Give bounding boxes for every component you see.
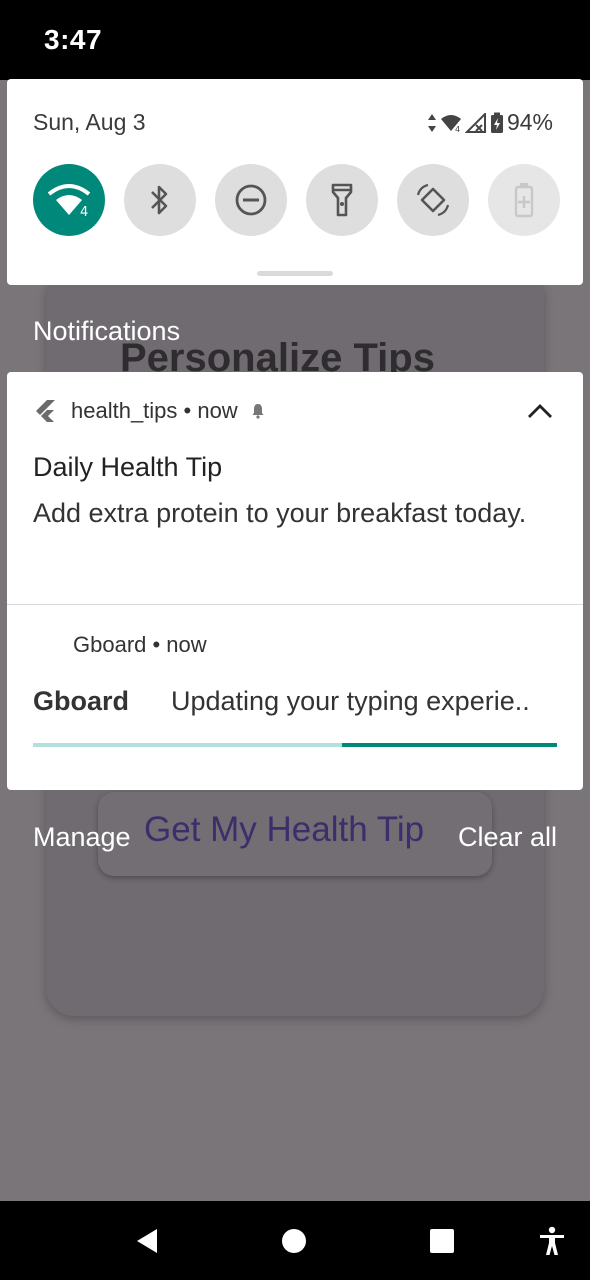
back-icon	[137, 1228, 157, 1253]
wifi-icon: 4	[47, 184, 91, 218]
bluetooth-icon	[151, 185, 168, 215]
notifications-heading: Notifications	[33, 316, 181, 346]
date: Sun, Aug 3	[33, 109, 146, 135]
notifications-card: health_tips • now Daily Health Tip Add e…	[7, 372, 583, 790]
notification-divider	[7, 604, 583, 605]
notification-app-line: Gboard • now	[73, 632, 207, 657]
notification-header: health_tips • now	[33, 398, 266, 424]
status-icons: 4 94%	[427, 109, 553, 136]
notification-title: Daily Health Tip	[33, 452, 223, 482]
do-not-disturb-icon	[235, 184, 267, 216]
back-button[interactable]	[125, 1201, 169, 1280]
home-icon	[282, 1228, 306, 1253]
battery-icon	[490, 112, 503, 133]
flashlight-tile[interactable]	[306, 164, 378, 236]
wifi-tile[interactable]: 4	[33, 164, 105, 236]
notification-title: Gboard	[33, 686, 130, 716]
signal-icon	[464, 112, 486, 133]
accessibility-button[interactable]	[530, 1201, 574, 1280]
notification-app-line: health_tips • now	[71, 398, 238, 423]
recents-icon	[430, 1228, 454, 1253]
get-health-tip-button-label: Get My Health Tip	[144, 810, 425, 849]
status-bar: 3:47	[0, 0, 590, 80]
auto-rotate-tile[interactable]	[397, 164, 469, 236]
flutter-app-icon	[36, 400, 55, 422]
wifi-status-icon: 4	[440, 114, 461, 133]
quick-settings-panel: Sun, Aug 3 4 94% 4	[7, 79, 583, 285]
recents-button[interactable]	[420, 1201, 464, 1280]
battery-percent: 94%	[506, 109, 553, 135]
notification-text: Add extra protein to your breakfast toda…	[33, 498, 527, 528]
bluetooth-tile[interactable]	[124, 164, 196, 236]
auto-rotate-icon	[416, 183, 450, 217]
quick-tiles: 4	[33, 164, 560, 236]
clear-all-button[interactable]: Clear all	[458, 822, 557, 853]
navigation-bar	[0, 1201, 590, 1280]
wifi-badge: 4	[80, 205, 88, 218]
flashlight-icon	[331, 183, 353, 217]
progress-fill	[342, 743, 557, 747]
manage-button[interactable]: Manage	[33, 822, 131, 853]
alert-bell-icon	[252, 404, 264, 419]
home-button[interactable]	[272, 1201, 316, 1280]
accessibility-icon	[540, 1226, 564, 1255]
svg-text:4: 4	[455, 125, 460, 133]
clock: 3:47	[44, 24, 103, 55]
battery-saver-tile[interactable]	[488, 164, 560, 236]
collapse-chevron-icon[interactable]	[527, 402, 553, 420]
update-progress-bar	[33, 743, 557, 747]
battery-saver-icon	[514, 183, 534, 218]
notification-text: Updating your typing experie..	[171, 686, 530, 716]
do-not-disturb-tile[interactable]	[215, 164, 287, 236]
panel-drag-handle[interactable]	[257, 271, 333, 276]
data-arrows-icon	[427, 113, 436, 132]
